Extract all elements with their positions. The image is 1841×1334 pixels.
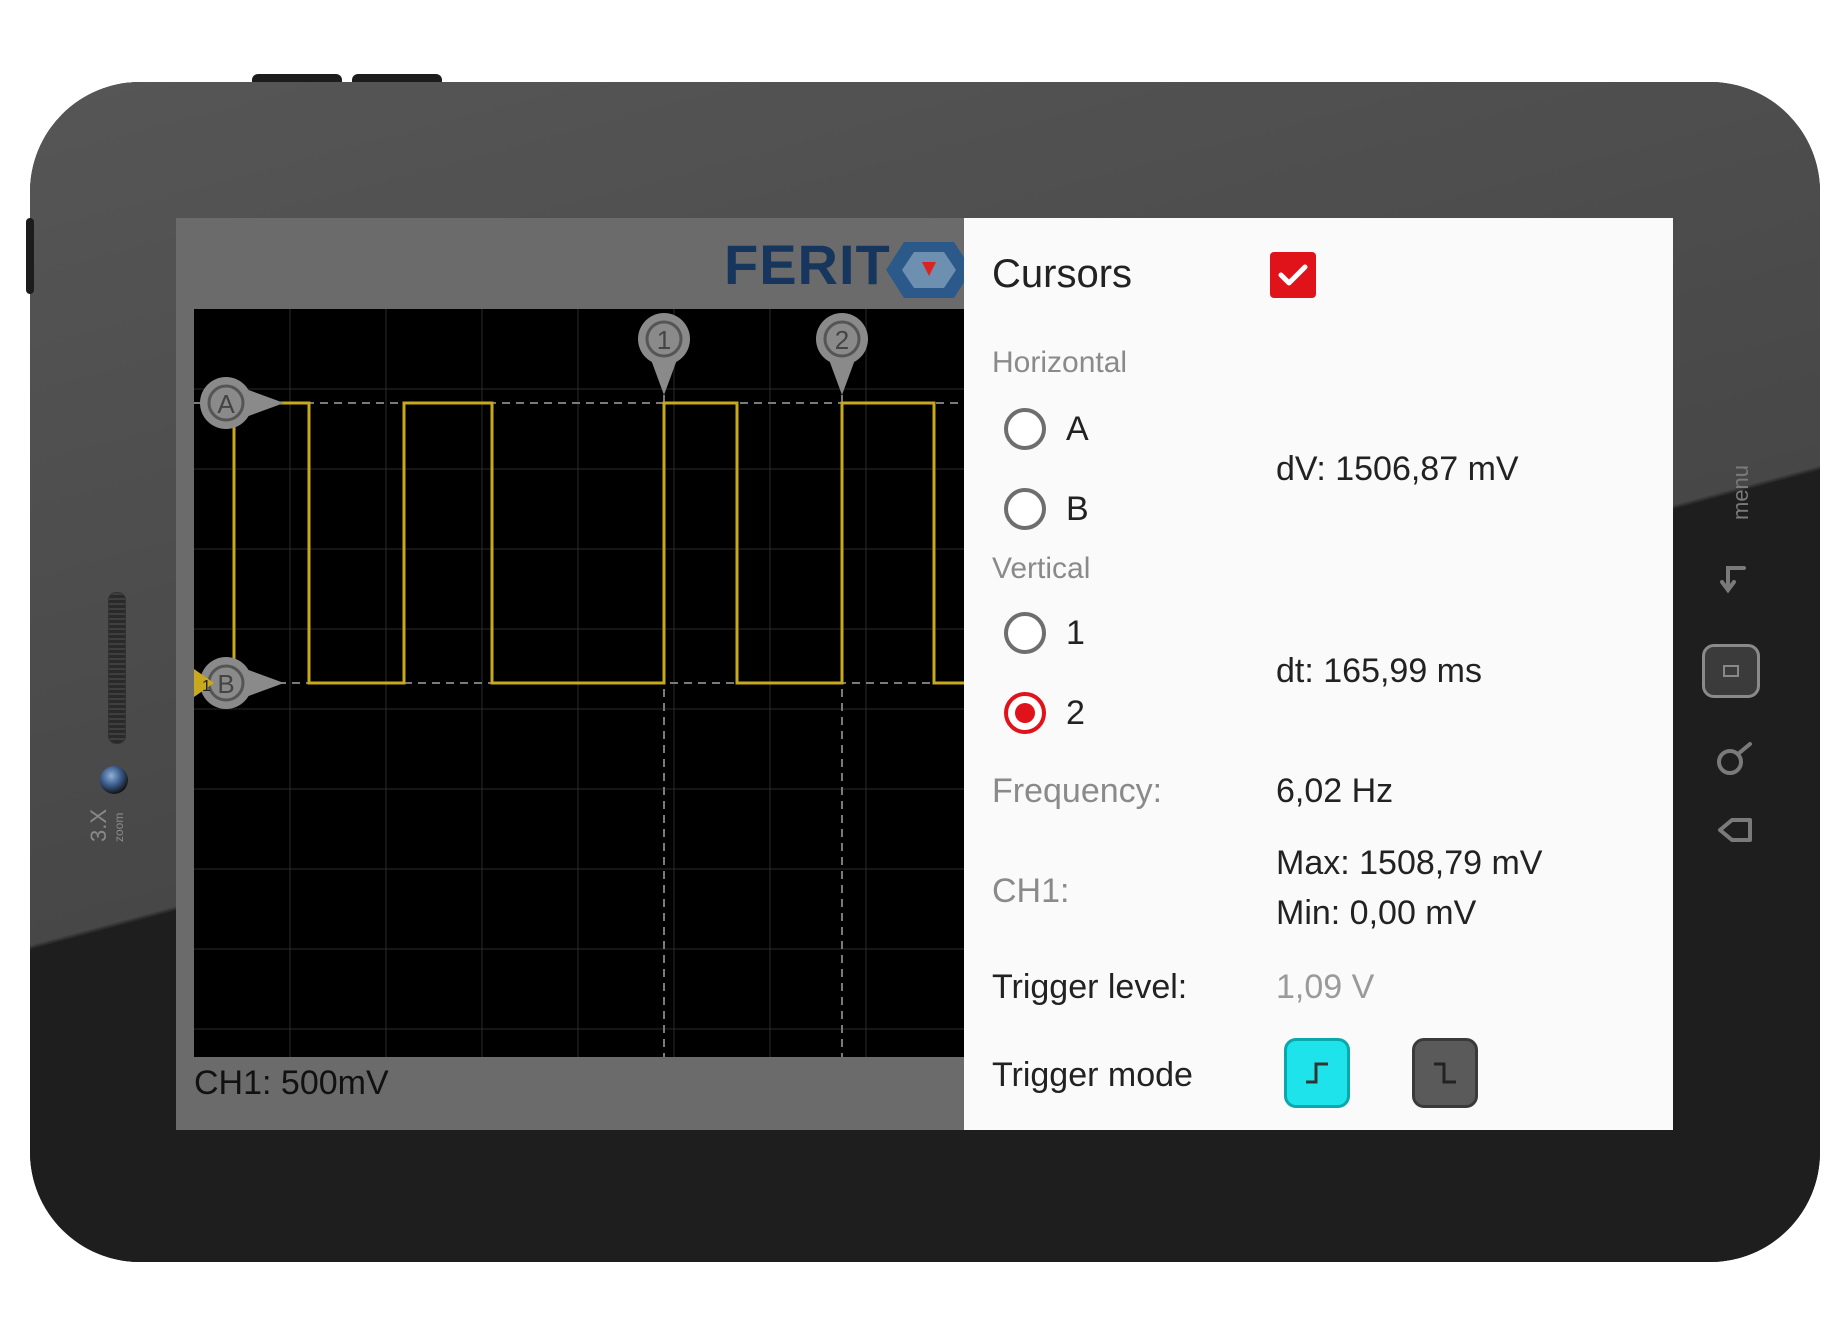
back-arrow-icon[interactable] — [1716, 560, 1756, 600]
signal-trace — [194, 401, 964, 685]
channel-scale-label: CH1: 500mV — [194, 1064, 389, 1102]
oscilloscope-pane: FERIT A B 1 1 2 CH1: 500mV — [176, 218, 972, 1130]
home-button[interactable] — [1702, 644, 1760, 698]
radio-horizontal-b[interactable] — [1004, 488, 1046, 530]
back-icon[interactable] — [1712, 806, 1756, 850]
search-icon[interactable] — [1712, 736, 1756, 780]
falling-edge-icon — [1434, 1062, 1456, 1084]
cursors-title: Cursors — [992, 252, 1133, 296]
cursors-checkbox[interactable] — [1270, 252, 1316, 298]
trigger-mode-label: Trigger mode — [992, 1056, 1193, 1094]
screen: FERIT A B 1 1 2 CH1: 500mV Cursors Horiz… — [176, 218, 1673, 1130]
trigger-level-value[interactable]: 1,09 V — [1276, 968, 1374, 1007]
cursors-panel: Cursors Horizontal A B dV: 1506,87 mV Ve… — [964, 218, 1673, 1130]
trigger-rising-edge-button[interactable] — [1284, 1038, 1350, 1108]
radio-vertical-2-label: 2 — [1066, 694, 1085, 732]
svg-text:1: 1 — [202, 678, 211, 695]
svg-text:2: 2 — [835, 325, 849, 355]
vertical-label: Vertical — [992, 552, 1091, 585]
svg-text:A: A — [217, 389, 235, 419]
radio-vertical-1-label: 1 — [1066, 614, 1085, 652]
ch1-min-value: Min: 0,00 mV — [1276, 894, 1477, 932]
cursor-b-marker[interactable]: B 1 — [194, 657, 284, 709]
frequency-value: 6,02 Hz — [1276, 772, 1394, 810]
frequency-label: Frequency: — [992, 772, 1163, 810]
svg-text:1: 1 — [657, 325, 671, 355]
trigger-falling-edge-button[interactable] — [1412, 1038, 1478, 1108]
horizontal-label: Horizontal — [992, 346, 1128, 379]
cursor-2-marker[interactable]: 2 — [816, 313, 868, 395]
ch1-label: CH1: — [992, 872, 1070, 910]
cursor-1-marker[interactable]: 1 — [638, 313, 690, 395]
radio-vertical-2[interactable] — [1004, 692, 1046, 734]
camera-lens — [100, 766, 128, 794]
ch1-max-value: Max: 1508,79 mV — [1276, 844, 1543, 882]
square-icon — [1723, 665, 1739, 677]
rising-edge-icon — [1306, 1062, 1328, 1084]
dt-value: dt: 165,99 ms — [1276, 652, 1483, 690]
svg-text:B: B — [217, 669, 234, 699]
zoom-label: 3.X zoom — [86, 808, 126, 842]
menu-label: menu — [1728, 464, 1753, 520]
side-button — [26, 218, 34, 294]
radio-horizontal-b-label: B — [1066, 490, 1089, 528]
radio-horizontal-a-label: A — [1066, 410, 1089, 448]
trigger-level-label: Trigger level: — [992, 968, 1188, 1006]
cursor-a-marker[interactable]: A — [200, 375, 284, 431]
oscilloscope-display[interactable]: A B 1 1 2 — [194, 309, 964, 1057]
speaker-grille — [108, 592, 126, 744]
brand-logo-icon — [886, 242, 972, 298]
dv-value: dV: 1506,87 mV — [1276, 450, 1519, 488]
checkmark-icon — [1278, 264, 1308, 286]
radio-vertical-1[interactable] — [1004, 612, 1046, 654]
radio-horizontal-a[interactable] — [1004, 408, 1046, 450]
brand-logo-text: FERIT — [724, 233, 891, 296]
